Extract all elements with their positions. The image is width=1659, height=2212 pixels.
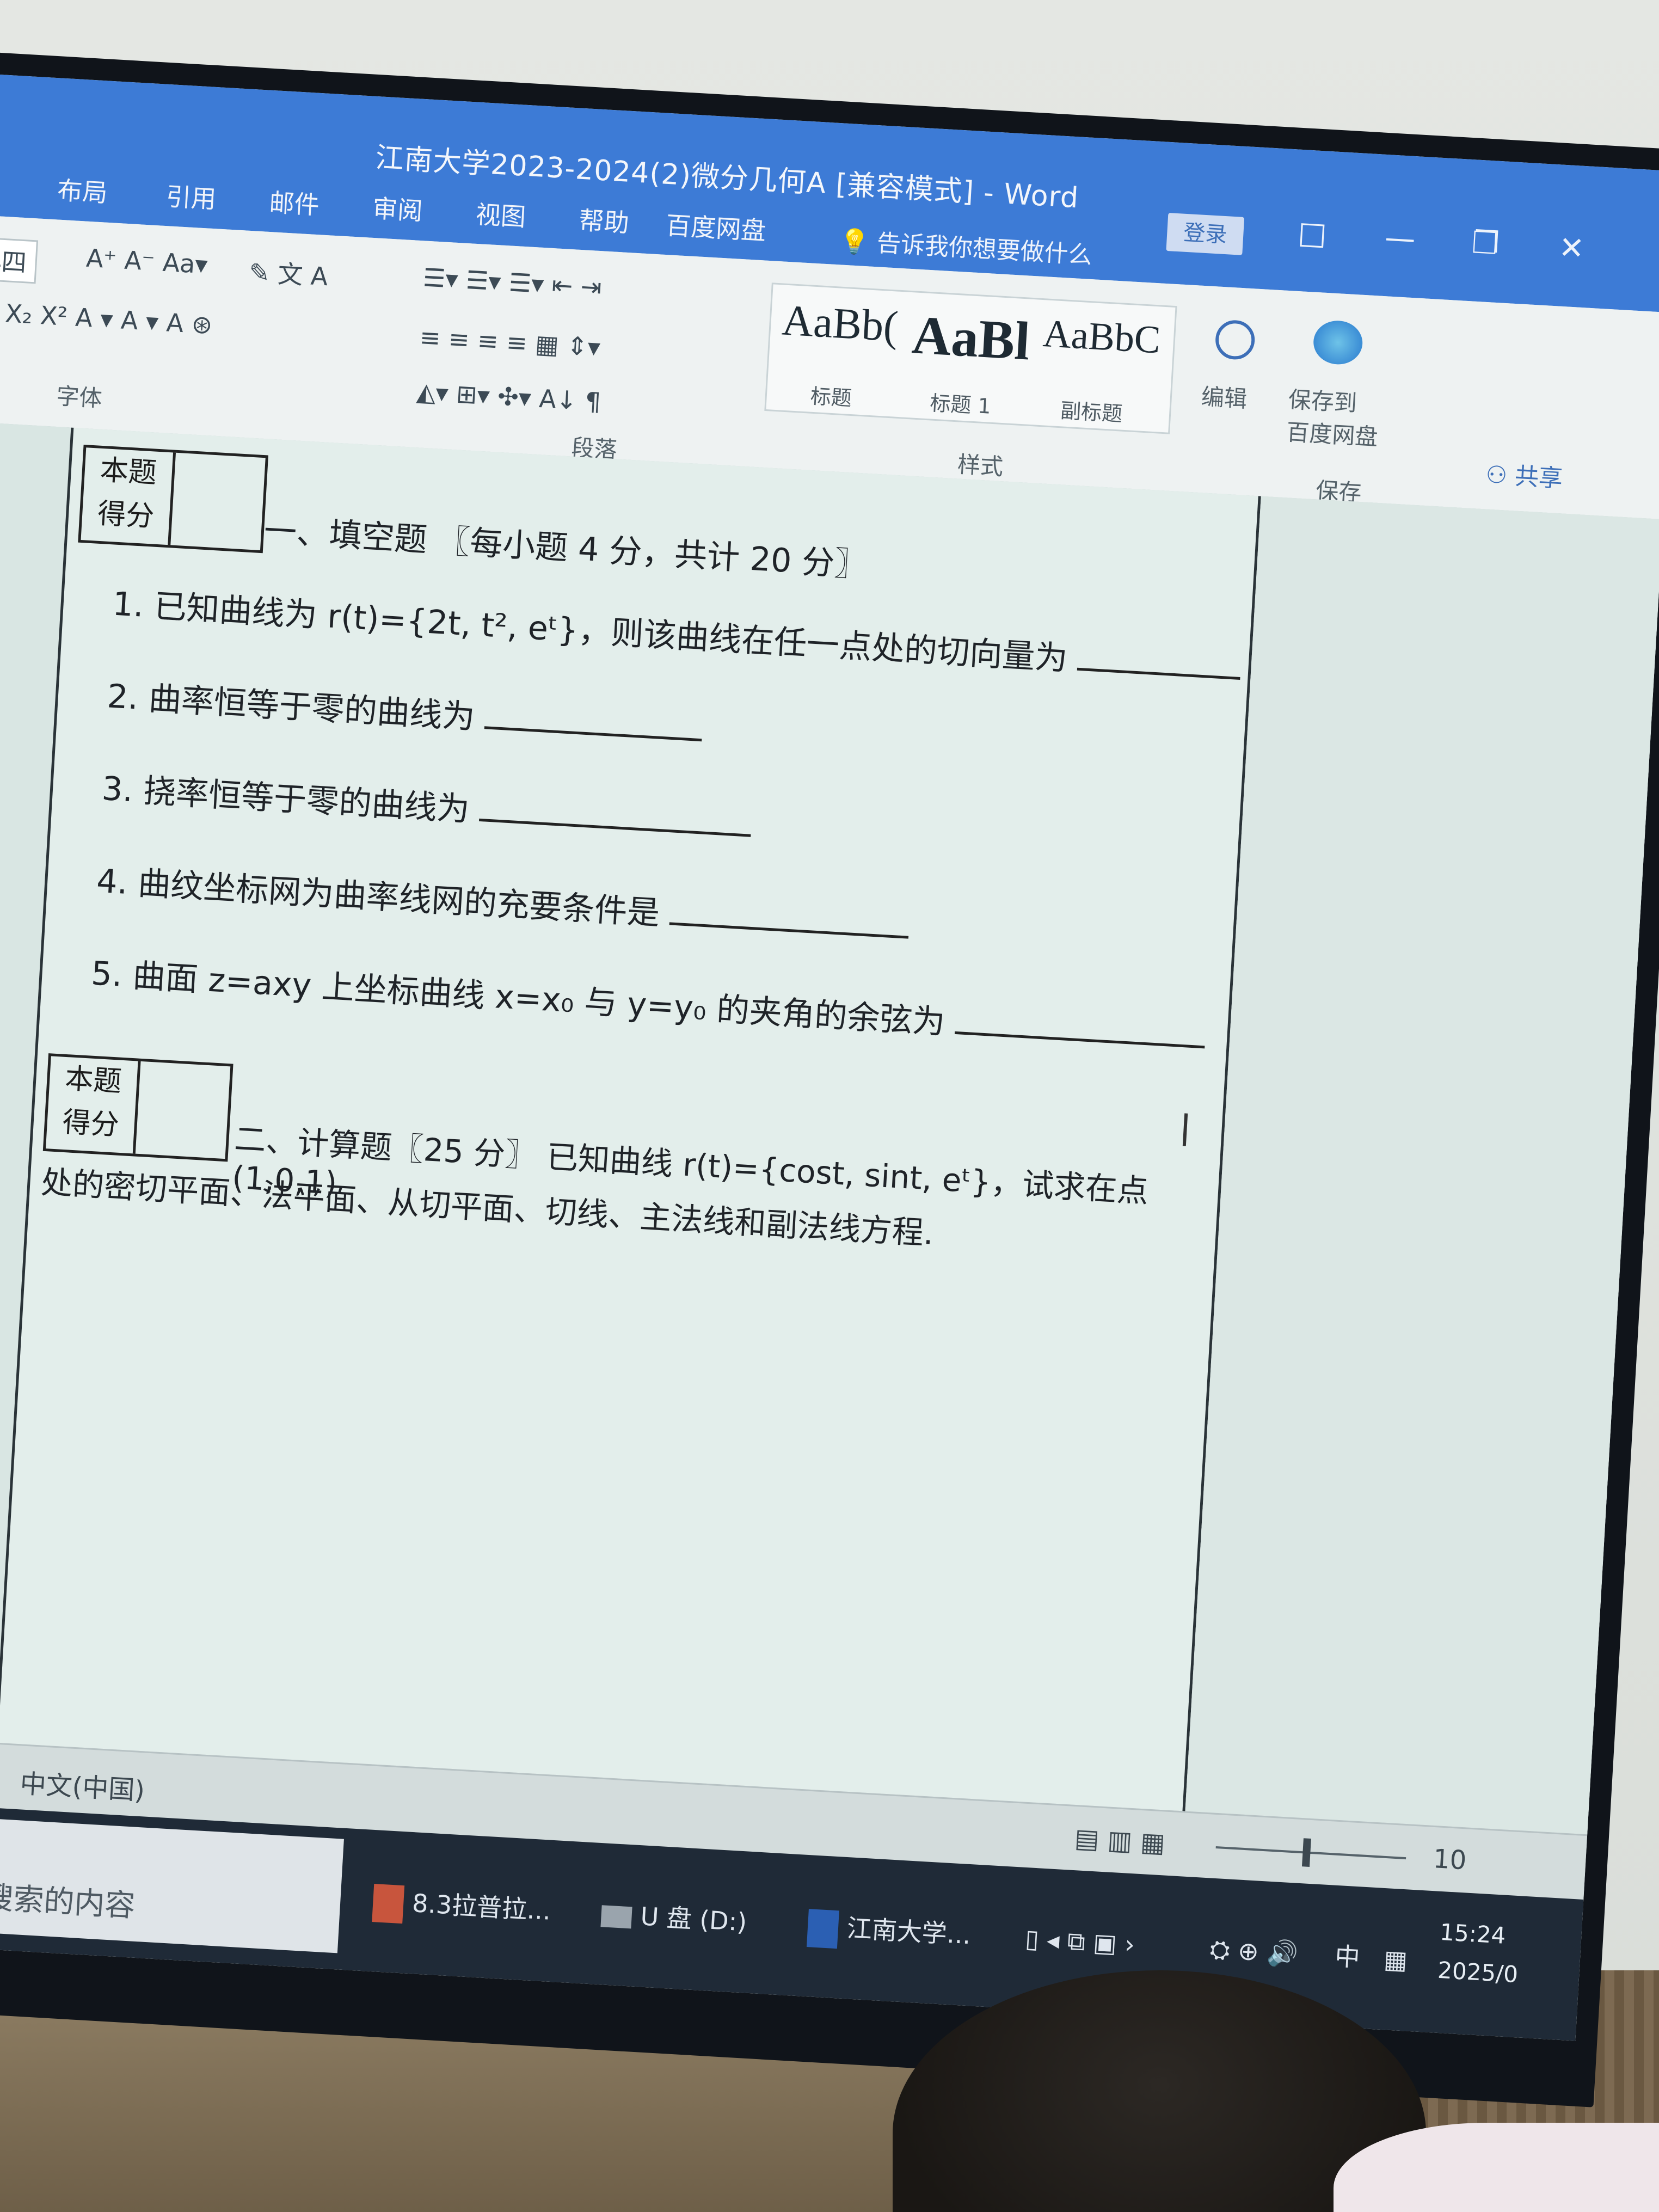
clock-time: 15:24 bbox=[1439, 1918, 1507, 1949]
tab-review[interactable]: 审阅 bbox=[372, 189, 424, 228]
question-4: 4. 曲纹坐标网为曲率线网的充要条件是 bbox=[95, 855, 911, 949]
person-icon: ⚇ bbox=[1485, 460, 1508, 490]
word-icon bbox=[806, 1908, 839, 1949]
system-tray-icons[interactable]: ▯ ◂ ⧉ ▣ › bbox=[1023, 1906, 1136, 1977]
tell-me-label: 告诉我你想要做什么 bbox=[876, 229, 1093, 269]
powerpoint-icon bbox=[372, 1883, 405, 1924]
question-2: 2. 曲率恒等于零的曲线为 bbox=[106, 669, 704, 751]
question-4-text: 4. 曲纹坐标网为曲率线网的充要条件是 bbox=[95, 862, 661, 933]
ime-indicator[interactable]: 中 bbox=[1333, 1924, 1362, 1990]
projector-screen: 江南大学2023-2024(2)微分几何A [兼容模式] - Word 设计 布… bbox=[0, 49, 1659, 2107]
taskbar-item-powerpoint[interactable]: 8.3拉普拉... bbox=[371, 1868, 552, 1944]
tab-mailings[interactable]: 邮件 bbox=[268, 183, 321, 222]
maximize-button[interactable]: ❐ bbox=[1471, 225, 1500, 262]
style-heading1-sample: AaBl bbox=[910, 304, 1032, 372]
usb-drive-icon bbox=[600, 1904, 632, 1928]
style-heading1-name: 标题 1 bbox=[929, 391, 992, 419]
grow-font-icon[interactable]: A⁺ A⁻ Aa▾ bbox=[85, 243, 208, 280]
score-box-2: 本题 得分 bbox=[42, 1053, 234, 1162]
taskbar-item-word[interactable]: 江南大学... bbox=[806, 1893, 973, 1968]
taskbar-search-placeholder: 输入你要搜索的内容 bbox=[0, 1872, 137, 1924]
word-window: 江南大学2023-2024(2)微分几何A [兼容模式] - Word 设计 布… bbox=[0, 72, 1659, 2041]
share-label: 共享 bbox=[1514, 462, 1564, 493]
answer-blank-3[interactable] bbox=[479, 813, 752, 837]
zoom-slider[interactable] bbox=[1215, 1846, 1406, 1860]
tab-help[interactable]: 帮助 bbox=[578, 201, 630, 239]
answer-blank-5[interactable] bbox=[955, 1025, 1206, 1049]
answer-blank-2[interactable] bbox=[484, 721, 703, 742]
question-5: 5. 曲面 z=axy 上坐标曲线 x=x₀ 与 y=y₀ 的夹角的余弦为 bbox=[90, 947, 1207, 1058]
score-box-1: 本题 得分 bbox=[78, 444, 269, 554]
minimize-button[interactable]: — bbox=[1384, 220, 1417, 257]
group-font-label: 字体 bbox=[56, 382, 103, 412]
section1-title: 一、填空题 〖每小题 4 分，共计 20 分〗 bbox=[263, 512, 869, 585]
taskbar-search-box[interactable]: 输入你要搜索的内容 bbox=[0, 1810, 344, 1953]
tab-references[interactable]: 引用 bbox=[165, 177, 217, 216]
taskbar-item-label: 江南大学... bbox=[846, 1913, 972, 1950]
style-title-name: 标题 bbox=[809, 384, 853, 411]
taskbar-item-label: U 盘 (D:) bbox=[640, 1901, 748, 1937]
question-2-text: 2. 曲率恒等于零的曲线为 bbox=[106, 677, 476, 737]
taskbar-item-usb-drive[interactable]: U 盘 (D:) bbox=[599, 1881, 748, 1955]
language-indicator[interactable]: 中文(中国) bbox=[19, 1762, 146, 1807]
lightbulb-icon: 💡 bbox=[838, 227, 870, 257]
ime-mode-icon[interactable]: ▦ bbox=[1382, 1926, 1409, 1993]
close-button[interactable]: ✕ bbox=[1558, 230, 1586, 267]
score-box-label-2: 本题 得分 bbox=[46, 1056, 141, 1154]
edit-label: 编辑 bbox=[1200, 383, 1248, 413]
style-title-sample: AaBb( bbox=[781, 296, 900, 351]
tab-view[interactable]: 视图 bbox=[475, 195, 527, 234]
question-3-text: 3. 挠率恒等于零的曲线为 bbox=[101, 769, 471, 829]
shading-icons[interactable]: ◭▾ ⊞▾ ✣▾ A↓ ¶ bbox=[416, 377, 602, 416]
taskbar-clock[interactable]: 15:24 2025/0 bbox=[1436, 1913, 1521, 1994]
document-page[interactable]: 本题 得分 一、填空题 〖每小题 4 分，共计 20 分〗 1. 已知曲线为 r… bbox=[0, 427, 1261, 1811]
style-subtitle-sample: AaBbC bbox=[1042, 311, 1162, 362]
photo-scene: 江南大学2023-2024(2)微分几何A [兼容模式] - Word 设计 布… bbox=[0, 0, 1659, 2212]
tab-baidu-netdisk[interactable]: 百度网盘 bbox=[665, 206, 767, 247]
document-area: 本题 得分 一、填空题 〖每小题 4 分，共计 20 分〗 1. 已知曲线为 r… bbox=[0, 420, 1659, 1835]
style-subtitle-name: 副标题 bbox=[1059, 398, 1123, 426]
font-format-icons[interactable]: abc X₂ X² A ▾ A ▾ A ⊛ bbox=[0, 296, 213, 340]
search-icon[interactable] bbox=[1214, 319, 1256, 361]
right-margin-pane bbox=[1185, 496, 1659, 1835]
styles-gallery[interactable]: AaBb( 标题 AaBl 标题 1 AaBbC 副标题 bbox=[764, 282, 1177, 434]
text-cursor-icon bbox=[1182, 1113, 1188, 1146]
tab-layout[interactable]: 布局 bbox=[57, 170, 109, 209]
answer-blank-4[interactable] bbox=[669, 917, 910, 939]
login-button[interactable]: 登录 bbox=[1166, 212, 1245, 255]
zoom-level[interactable]: 10 bbox=[1433, 1844, 1467, 1876]
share-button[interactable]: ⚇ 共享 bbox=[1485, 454, 1564, 494]
question-5-text: 5. 曲面 z=axy 上坐标曲线 x=x₀ 与 y=y₀ 的夹角的余弦为 bbox=[90, 954, 947, 1042]
question-3: 3. 挠率恒等于零的曲线为 bbox=[101, 762, 753, 847]
tell-me-search[interactable]: 💡 告诉我你想要做什么 bbox=[839, 221, 1093, 271]
taskbar-item-label: 8.3拉普拉... bbox=[411, 1888, 552, 1926]
ribbon-display-icon[interactable]: □ bbox=[1297, 215, 1328, 252]
clock-date: 2025/0 bbox=[1437, 1956, 1519, 1988]
question-1-text: 1. 已知曲线为 r(t)={2t, t², eᵗ}，则该曲线在任一点处的切向量… bbox=[111, 585, 1069, 678]
font-size-select[interactable]: 小四 bbox=[0, 236, 39, 284]
group-styles-label: 样式 bbox=[956, 451, 1004, 481]
score-box-label: 本题 得分 bbox=[81, 447, 176, 545]
clear-format-icon[interactable]: ✎ 文 A bbox=[248, 253, 329, 293]
align-icons[interactable]: ≡ ≡ ≡ ≡ ▦ ⇕▾ bbox=[419, 322, 601, 362]
baidu-cloud-icon[interactable] bbox=[1312, 319, 1364, 366]
answer-blank-1[interactable] bbox=[1077, 662, 1241, 680]
save-to-cloud-label[interactable]: 保存到 百度网盘 bbox=[1286, 383, 1381, 453]
list-icons[interactable]: ☰▾ ☰▾ ☰▾ ⇤ ⇥ bbox=[422, 262, 603, 302]
zoom-slider-thumb[interactable] bbox=[1301, 1838, 1311, 1867]
question-1: 1. 已知曲线为 r(t)={2t, t², eᵗ}，则该曲线在任一点处的切向量… bbox=[112, 577, 1243, 690]
view-mode-icons[interactable]: ▤ ▥ ▦ bbox=[1074, 1823, 1166, 1858]
